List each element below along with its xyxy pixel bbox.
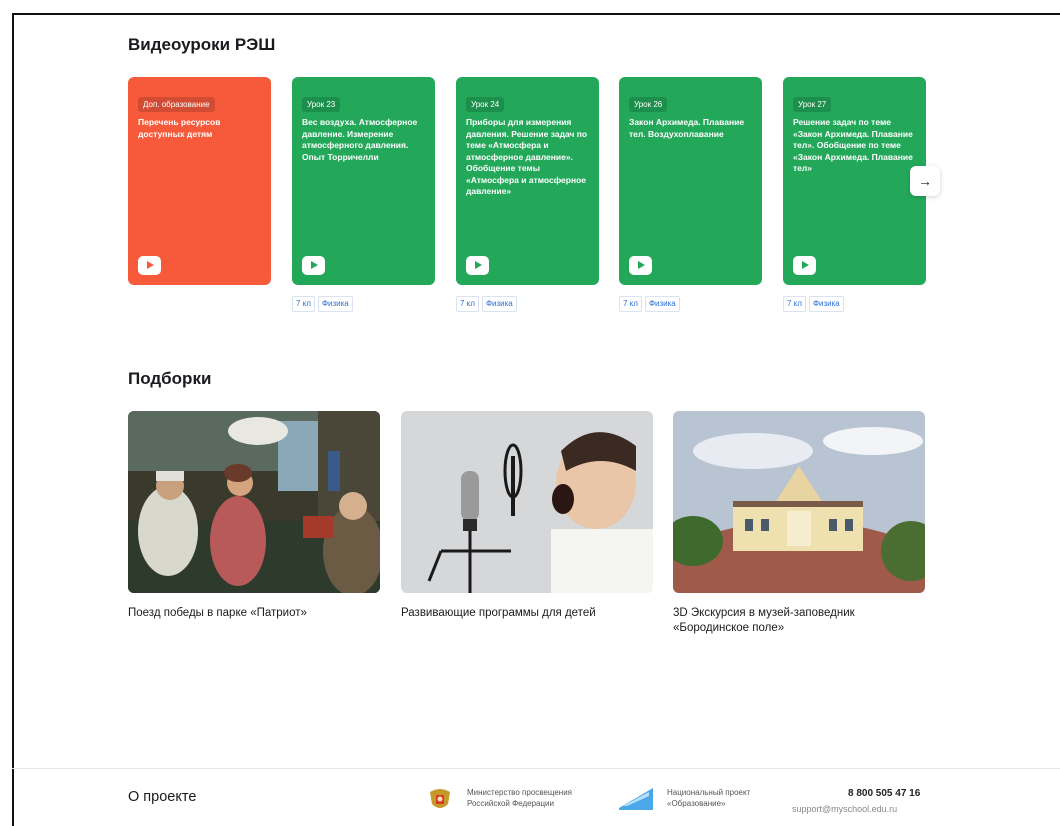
grade-tag[interactable]: 7 кл [619,296,642,312]
lesson-text: Вес воздуха. Атмосферное давление. Измер… [302,117,418,162]
play-icon[interactable] [466,256,489,275]
grade-tag[interactable]: 7 кл [783,296,806,312]
lesson-card[interactable]: Урок 24 Приборы для измерения давления. … [456,77,599,285]
lesson-tags: 7 кл Физика [456,296,517,312]
ministry-emblem-icon[interactable] [426,784,454,814]
collection-image-train[interactable] [128,411,380,593]
grade-tag[interactable]: 7 кл [292,296,315,312]
lesson-text: Закон Архимеда. Плавание тел. Воздухопла… [629,117,745,139]
footer-about-link[interactable]: О проекте [128,789,196,805]
collection-title[interactable]: 3D Экскурсия в музей-заповедник «Бородин… [673,606,923,636]
lesson-text: Приборы для измерения давления. Решение … [466,117,588,196]
collection-title[interactable]: Поезд победы в парке «Патриот» [128,606,378,621]
play-icon[interactable] [793,256,816,275]
collection-image-museum[interactable] [673,411,925,593]
lesson-card[interactable]: Урок 26 Закон Архимеда. Плавание тел. Во… [619,77,762,285]
lesson-badge: Урок 27 [793,97,832,112]
lesson-tags: 7 кл Физика [619,296,680,312]
lesson-badge: Урок 24 [466,97,505,112]
lesson-badge: Урок 23 [302,97,341,112]
national-project-logo-icon[interactable] [617,784,655,812]
subject-tag[interactable]: Физика [317,296,353,312]
arrow-right-icon: → [918,173,932,189]
lesson-tags: 7 кл Физика [292,296,353,312]
video-lessons-title: Видеоуроки РЭШ [128,35,276,54]
lesson-card[interactable]: Урок 27 Решение задач по теме «Закон Арх… [783,77,926,285]
lesson-tags: 7 кл Физика [783,296,844,312]
lesson-badge: Доп. образование [138,97,215,112]
play-icon[interactable] [138,256,161,275]
collection-title[interactable]: Развивающие программы для детей [401,606,651,621]
lesson-card[interactable]: Доп. образование Перечень ресурсов досту… [128,77,271,285]
grade-tag[interactable]: 7 кл [456,296,479,312]
lesson-text: Перечень ресурсов доступных детям [138,117,221,139]
lesson-badge: Урок 26 [629,97,668,112]
play-icon[interactable] [302,256,325,275]
subject-tag[interactable]: Физика [808,296,844,312]
national-project-link[interactable]: Национальный проект «Образование» [667,787,777,809]
collection-image-microphone[interactable] [401,411,653,593]
support-phone[interactable]: 8 800 505 47 16 [848,788,920,799]
play-icon[interactable] [629,256,652,275]
ministry-link[interactable]: Министерство просвещения Российской Феде… [467,787,607,809]
subject-tag[interactable]: Физика [481,296,517,312]
support-email[interactable]: support@myschool.edu.ru [792,804,897,814]
collections-title: Подборки [128,369,212,388]
lesson-text: Решение задач по теме «Закон Архимеда. П… [793,117,913,173]
subject-tag[interactable]: Физика [644,296,680,312]
footer-divider [12,768,1060,769]
lesson-card[interactable]: Урок 23 Вес воздуха. Атмосферное давлени… [292,77,435,285]
next-button[interactable]: → [910,166,940,196]
